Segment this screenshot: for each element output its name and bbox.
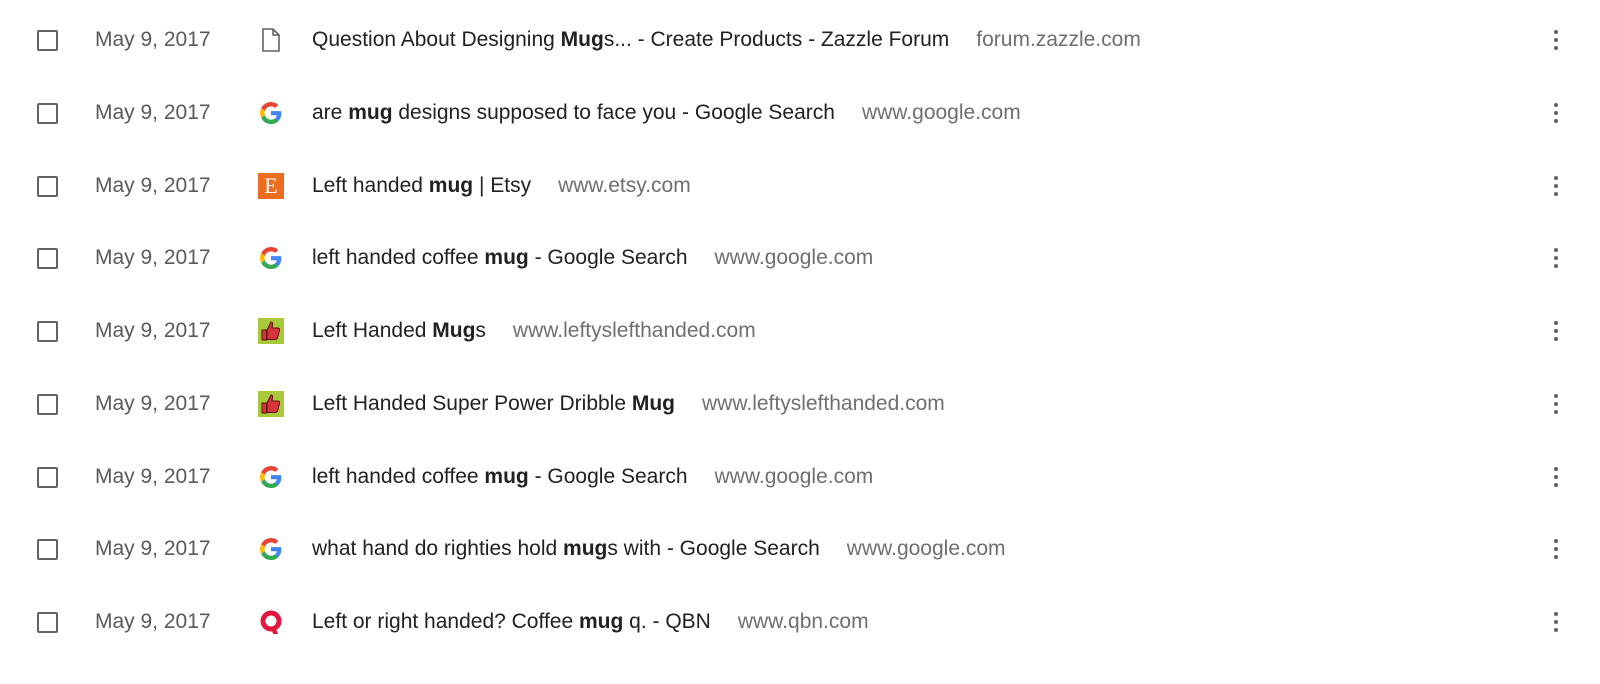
history-list: May 9, 2017 Question About Designing Mugs… <box>0 0 1600 684</box>
more-actions-icon[interactable] <box>1544 316 1568 346</box>
history-row-checkbox[interactable] <box>37 611 58 633</box>
history-row-domain: www.google.com <box>714 246 874 269</box>
more-actions-icon[interactable] <box>1544 462 1568 492</box>
title-match-highlight: mug <box>348 101 393 124</box>
thumbs-up-icon <box>258 318 284 344</box>
more-actions-icon[interactable] <box>1544 243 1568 273</box>
history-row-date: May 9, 2017 <box>95 101 211 124</box>
title-text: designs supposed to face you - Google Se… <box>392 101 835 124</box>
more-actions-icon[interactable] <box>1544 389 1568 419</box>
more-actions-icon[interactable] <box>1544 607 1568 637</box>
history-row-checkbox[interactable] <box>37 247 58 269</box>
history-row-domain: www.etsy.com <box>558 174 691 197</box>
title-match-highlight: mug <box>484 465 529 488</box>
history-row: May 9, 2017 Question About Designing Mugs… <box>0 3 1600 77</box>
history-row-link[interactable]: Left handed mug | Etsy www.etsy.com <box>312 174 691 198</box>
title-text: what hand do righties hold <box>312 537 564 560</box>
history-row: May 9, 2017 left handed coffee mug - Goog… <box>0 221 1600 295</box>
title-text: s... - Create Products - Zazzle Forum <box>603 28 950 51</box>
history-row-domain: www.leftyslefthanded.com <box>512 319 756 342</box>
title-match-highlight: Mug <box>560 28 604 51</box>
history-row-checkbox[interactable] <box>37 102 58 124</box>
title-match-highlight: mug <box>484 246 529 269</box>
title-text: s <box>475 319 486 342</box>
history-row: May 9, 2017 Left or right handed? Coffee … <box>0 585 1600 659</box>
history-row-title: Left Handed Mugs <box>312 319 486 343</box>
history-row-title: are mug designs supposed to face you - G… <box>312 101 835 125</box>
history-row: May 9, 2017 E Left handed mug | Etsy www.et… <box>0 149 1600 223</box>
history-row-title: left handed coffee mug - Google Search <box>312 465 688 489</box>
history-row: May 9, 2017 left handed coffee mug - Goog… <box>0 440 1600 514</box>
qbn-icon <box>258 609 284 635</box>
title-text: q. - QBN <box>623 610 711 633</box>
title-text: left handed coffee <box>312 246 485 269</box>
history-row-checkbox[interactable] <box>37 320 58 342</box>
title-text: are <box>312 101 349 124</box>
title-text: left handed coffee <box>312 465 485 488</box>
history-row-title: Question About Designing Mugs... - Creat… <box>312 28 949 52</box>
history-row: May 9, 2017 what hand do righties hold mu… <box>0 512 1600 586</box>
document-icon <box>258 27 284 53</box>
title-match-highlight: Mug <box>631 392 676 415</box>
google-icon <box>258 100 284 126</box>
more-actions-icon[interactable] <box>1544 25 1568 55</box>
history-row-domain: www.leftyslefthanded.com <box>702 392 945 415</box>
title-match-highlight: mug <box>578 610 624 633</box>
history-row-domain: www.qbn.com <box>737 610 869 633</box>
etsy-icon: E <box>258 173 284 199</box>
history-row-checkbox[interactable] <box>37 393 58 415</box>
title-match-highlight: mug <box>428 174 474 197</box>
history-row-link[interactable]: what hand do righties hold mugs with - G… <box>312 537 1006 561</box>
history-row-link[interactable]: Question About Designing Mugs... - Creat… <box>312 28 1141 52</box>
history-row-date: May 9, 2017 <box>95 246 211 269</box>
history-row-link[interactable]: Left Handed Mugs www.leftyslefthanded.com <box>312 319 756 343</box>
title-match-highlight: mug <box>563 537 608 560</box>
title-match-highlight: Mug <box>432 319 476 342</box>
google-icon <box>258 245 284 271</box>
history-row-checkbox[interactable] <box>37 466 58 488</box>
history-row-checkbox[interactable] <box>37 538 58 560</box>
google-icon <box>258 464 284 490</box>
more-actions-icon[interactable] <box>1544 171 1568 201</box>
history-row-date: May 9, 2017 <box>95 465 211 488</box>
history-row-domain: forum.zazzle.com <box>976 28 1141 51</box>
history-row: May 9, 2017 Left Handed Mugs www.leftyslef… <box>0 294 1600 368</box>
title-text: s with - Google Search <box>607 537 820 560</box>
more-actions-icon[interactable] <box>1544 534 1568 564</box>
history-row-date: May 9, 2017 <box>95 610 211 633</box>
history-row-date: May 9, 2017 <box>95 537 211 560</box>
title-text: Left or right handed? Coffee <box>312 610 579 633</box>
history-row-link[interactable]: Left or right handed? Coffee mug q. - QB… <box>312 610 869 634</box>
title-text: - Google Search <box>528 465 688 488</box>
history-row-date: May 9, 2017 <box>95 319 211 342</box>
history-row-checkbox[interactable] <box>37 29 58 51</box>
history-row-link[interactable]: Left Handed Super Power Dribble Mug www.l… <box>312 392 945 416</box>
history-row-date: May 9, 2017 <box>95 392 211 415</box>
history-row-date: May 9, 2017 <box>95 174 211 197</box>
title-text: Question About Designing <box>312 28 561 51</box>
title-text: Left handed <box>312 174 429 197</box>
history-row: May 9, 2017 are mug designs supposed to f… <box>0 76 1600 150</box>
history-row-title: Left handed mug | Etsy <box>312 174 531 198</box>
history-row-domain: www.google.com <box>846 537 1006 560</box>
history-row-title: Left or right handed? Coffee mug q. - QB… <box>312 610 711 634</box>
history-row-title: Left Handed Super Power Dribble Mug <box>312 392 675 416</box>
history-row-domain: www.google.com <box>714 465 874 488</box>
history-row-link[interactable]: left handed coffee mug - Google Search ww… <box>312 246 873 270</box>
title-text: - Google Search <box>528 246 688 269</box>
title-text: Left Handed <box>312 319 433 342</box>
history-row-date: May 9, 2017 <box>95 28 211 51</box>
history-row-checkbox[interactable] <box>37 175 58 197</box>
history-row: May 9, 2017 Left Handed Super Power Dribb… <box>0 367 1600 441</box>
history-row-link[interactable]: left handed coffee mug - Google Search ww… <box>312 465 873 489</box>
history-row-link[interactable]: are mug designs supposed to face you - G… <box>312 101 1021 125</box>
title-text: Left Handed Super Power Dribble <box>312 392 632 415</box>
history-row-domain: www.google.com <box>861 101 1021 124</box>
thumbs-up-icon <box>258 391 284 417</box>
more-actions-icon[interactable] <box>1544 98 1568 128</box>
google-icon <box>258 536 284 562</box>
history-row-title: what hand do righties hold mugs with - G… <box>312 537 820 561</box>
history-row-title: left handed coffee mug - Google Search <box>312 246 688 270</box>
title-text: | Etsy <box>473 174 532 197</box>
